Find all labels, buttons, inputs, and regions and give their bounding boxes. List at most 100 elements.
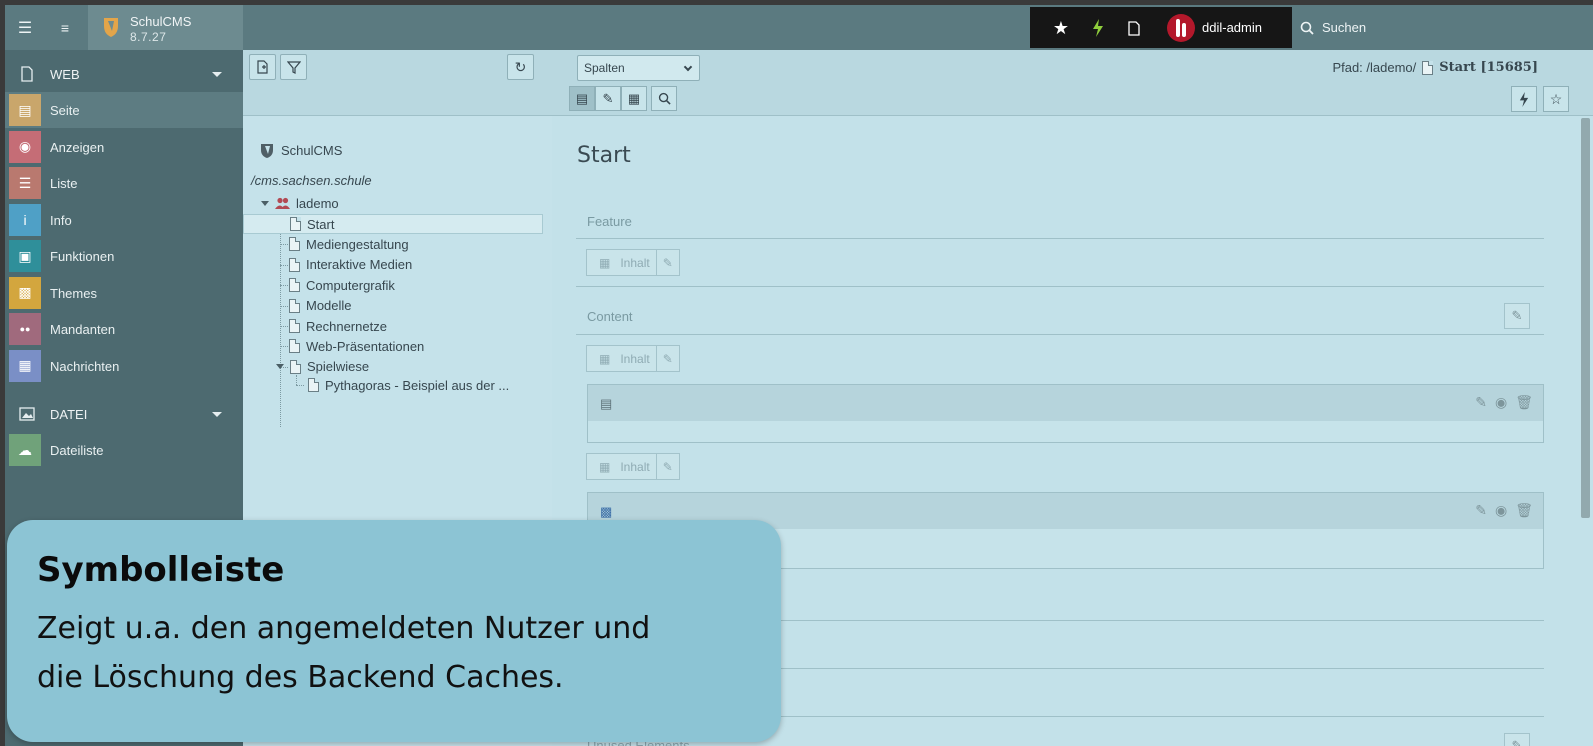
hamburger-icon: ☰ — [17, 19, 33, 37]
module-group-web[interactable]: WEB — [5, 56, 243, 92]
callout-line: Zeigt u.a. den angemeldeten Nutzer und — [37, 611, 651, 646]
tree-node-label: Mediengestaltung — [306, 236, 409, 252]
callout-text: Zeigt u.a. den angemeldeten Nutzer und d… — [37, 604, 757, 702]
tree-node[interactable]: Rechnernetze — [289, 316, 387, 336]
page-icon — [21, 66, 33, 82]
tree-root[interactable]: SchulCMS — [259, 142, 342, 158]
new-content-button[interactable]: ▦ — [621, 86, 647, 111]
column-label-feature: Feature — [587, 214, 632, 229]
open-documents-icon[interactable] — [1123, 17, 1145, 39]
module-nachrichten[interactable]: ▦ Nachrichten — [5, 348, 243, 384]
refresh-icon: ↻ — [514, 58, 527, 75]
tree-toggle-button[interactable]: ≡ — [45, 5, 85, 50]
filter-button[interactable] — [280, 54, 307, 80]
tutorial-callout: Symbolleiste Zeigt u.a. den angemeldeten… — [7, 520, 781, 742]
tree-node[interactable]: Spielwiese — [276, 357, 369, 377]
search-button[interactable]: Suchen — [1300, 5, 1366, 50]
trash-icon[interactable]: 🗑 — [1515, 502, 1533, 519]
tree-node[interactable]: Mediengestaltung — [289, 234, 409, 254]
edit-page-properties-button[interactable]: ✎ — [595, 86, 621, 111]
bookmark-button[interactable]: ☆ — [1543, 86, 1569, 112]
group-label: WEB — [50, 67, 80, 82]
news-icon: ▦ — [9, 349, 41, 382]
add-content-button[interactable]: ▦ Inhalt ✎ — [586, 249, 680, 276]
avatar[interactable] — [1167, 14, 1195, 42]
bookmarks-icon[interactable]: ★ — [1050, 17, 1072, 39]
chevron-down-icon — [683, 62, 693, 72]
module-mandanten[interactable]: ●● Mandanten — [5, 311, 243, 347]
module-info[interactable]: i Info — [5, 202, 243, 238]
page-icon — [289, 319, 300, 333]
module-dateiliste[interactable]: ☁ Dateiliste — [5, 432, 243, 468]
caret-down-icon — [212, 72, 222, 77]
username[interactable]: ddil-admin — [1202, 20, 1262, 35]
module-label: Nachrichten — [50, 358, 120, 374]
app-name: SchulCMS — [130, 14, 192, 29]
add-content-button[interactable]: ▦ Inhalt ✎ — [586, 345, 680, 372]
scrollbar[interactable] — [1578, 116, 1593, 746]
expand-caret-icon[interactable] — [261, 200, 269, 206]
edit-column-button[interactable]: ✎ — [1504, 733, 1530, 746]
menu-toggle-button[interactable]: ☰ — [5, 5, 45, 50]
callout-line: die Löschung des Backend Caches. — [37, 660, 564, 695]
image-icon — [19, 407, 35, 421]
top-toolbar: ☰ ≡ SchulCMS 8.7.27 ★ ddil-admin Suchen — [5, 5, 1593, 50]
add-content-button[interactable]: ▦ Inhalt ✎ — [586, 453, 680, 480]
module-funktionen[interactable]: ▣ Funktionen — [5, 238, 243, 274]
tree-node[interactable]: Modelle — [289, 296, 352, 316]
page-reference: Start [15685] — [1439, 60, 1538, 75]
tree-list-icon: ≡ — [60, 19, 70, 36]
tree-node[interactable]: Pythagoras - Beispiel aus der ... — [308, 375, 509, 395]
trash-icon[interactable]: 🗑 — [1515, 394, 1533, 411]
module-label: Mandanten — [50, 322, 116, 337]
tree-node[interactable]: Interaktive Medien — [289, 255, 412, 275]
expand-caret-icon[interactable] — [276, 364, 284, 370]
tree-node[interactable]: Start — [243, 214, 543, 234]
module-group-file[interactable]: DATEI — [5, 396, 243, 432]
add-content-icon: ▦ — [599, 255, 611, 270]
page-icon — [289, 257, 300, 272]
tree-node-label: Spielwiese — [307, 359, 370, 375]
view-mode-select[interactable]: Spalten — [577, 55, 700, 81]
module-label: Info — [50, 212, 72, 228]
tree-node-label: Modelle — [306, 298, 352, 314]
module-anzeigen[interactable]: ◉ Anzeigen — [5, 129, 243, 165]
tree-node[interactable]: Computergrafik — [289, 275, 395, 295]
scroll-thumb[interactable] — [1581, 118, 1590, 518]
new-page-icon — [256, 60, 268, 74]
toggle-visibility-icon[interactable]: ◉ — [1495, 394, 1507, 411]
edit-column-button[interactable]: ✎ — [1504, 303, 1530, 329]
view-page-button[interactable]: ▤ — [569, 86, 595, 111]
star-outline-icon: ☆ — [1549, 90, 1563, 107]
content-element[interactable]: ▤ ✎ ◉ 🗑 — [587, 384, 1544, 443]
module-seite[interactable]: ▤ Seite — [5, 92, 243, 128]
new-page-button[interactable] — [249, 54, 276, 80]
callout-title: Symbolleiste — [37, 550, 285, 590]
module-themes[interactable]: ▩ Themes — [5, 275, 243, 311]
paste-icon[interactable]: ✎ — [655, 346, 679, 371]
tree-node[interactable]: Web-Präsentationen — [289, 336, 424, 356]
clear-page-cache-button[interactable] — [1511, 86, 1537, 112]
tree-toolbar: ↻ — [243, 50, 552, 116]
app-logo[interactable]: SchulCMS 8.7.27 — [88, 5, 243, 50]
view-page-icon: ▤ — [575, 90, 589, 106]
search-content-button[interactable] — [651, 86, 677, 111]
module-liste[interactable]: ☰ Liste — [5, 165, 243, 201]
paste-icon[interactable]: ✎ — [655, 250, 679, 275]
refresh-tree-button[interactable]: ↻ — [507, 54, 534, 80]
add-content-label: Inhalt — [620, 459, 650, 474]
edit-icon[interactable]: ✎ — [1475, 394, 1487, 411]
add-content-icon: ▦ — [599, 459, 611, 474]
breadcrumb: Pfad: /lademo/ Start [15685] — [1332, 60, 1538, 75]
typo3-logo-icon — [104, 18, 118, 37]
tree-node-label: Computergrafik — [306, 277, 395, 293]
page-icon — [1422, 60, 1434, 75]
edit-icon[interactable]: ✎ — [1475, 502, 1487, 519]
flash-cache-icon[interactable] — [1087, 17, 1109, 39]
eye-icon: ◉ — [9, 130, 41, 163]
tree-site-node[interactable]: lademo — [261, 193, 339, 213]
view-mode-value: Spalten — [584, 61, 625, 75]
caret-down-icon — [212, 412, 222, 417]
toggle-visibility-icon[interactable]: ◉ — [1495, 502, 1507, 519]
paste-icon[interactable]: ✎ — [655, 454, 679, 479]
